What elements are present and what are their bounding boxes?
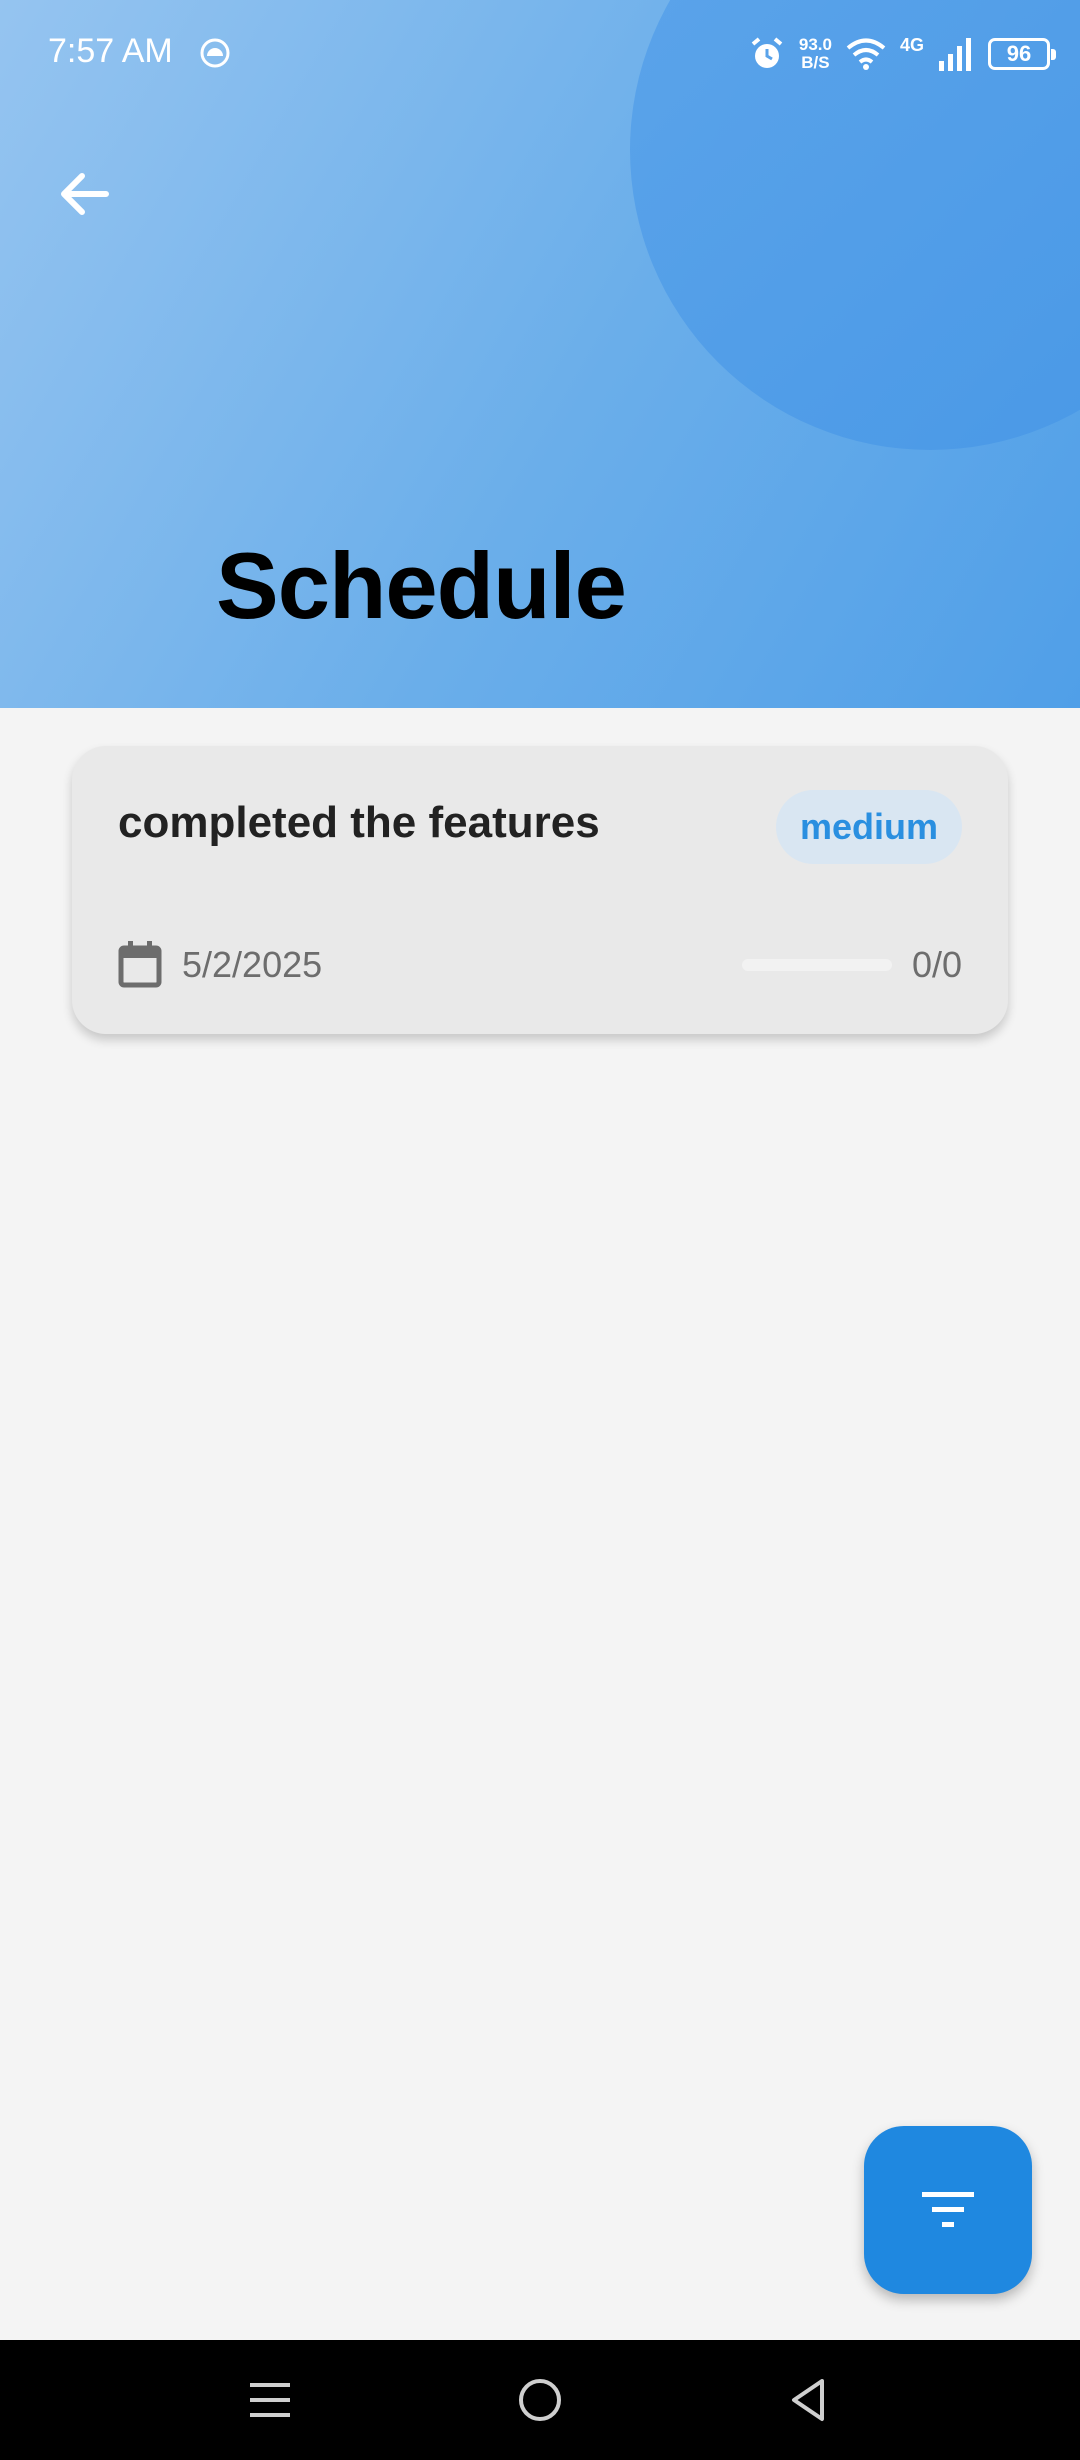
arrow-left-icon xyxy=(61,173,109,215)
page-title: Schedule xyxy=(216,533,627,638)
task-progress-bar xyxy=(742,959,892,971)
filter-icon xyxy=(922,2192,974,2227)
back-button[interactable] xyxy=(48,158,120,230)
home-circle-icon xyxy=(519,2379,561,2421)
filter-button[interactable] xyxy=(864,2126,1032,2294)
signal-icon xyxy=(939,38,971,71)
triangle-back-icon xyxy=(792,2379,824,2421)
task-card[interactable]: completed the features medium 5/2/2025 0… xyxy=(72,746,1008,1034)
task-progress-count: 0/0 xyxy=(911,944,962,985)
navigation-bar xyxy=(0,2340,1080,2460)
nav-back-button[interactable] xyxy=(778,2370,838,2430)
header: 7:57 AM 93.0 B/S 4G 96 Schedule xyxy=(0,0,1080,708)
battery-indicator: 96 xyxy=(988,38,1056,70)
network-speed: 93.0 B/S xyxy=(798,35,832,72)
wifi-icon xyxy=(846,38,886,70)
alarm-icon xyxy=(751,37,783,68)
status-icons: 93.0 B/S 4G 96 xyxy=(749,30,1056,78)
task-title: completed the features xyxy=(118,798,600,847)
status-time: 7:57 AM xyxy=(48,32,173,70)
network-type: 4G xyxy=(899,34,924,55)
priority-badge: medium xyxy=(775,790,962,864)
nav-menu-button[interactable] xyxy=(240,2370,300,2430)
weather-icon xyxy=(200,38,230,68)
calendar-icon xyxy=(118,941,162,988)
nav-home-button[interactable] xyxy=(510,2370,570,2430)
task-date: 5/2/2025 xyxy=(182,944,323,985)
status-bar: 7:57 AM 93.0 B/S 4G 96 xyxy=(0,0,1080,110)
menu-icon xyxy=(250,2383,290,2417)
